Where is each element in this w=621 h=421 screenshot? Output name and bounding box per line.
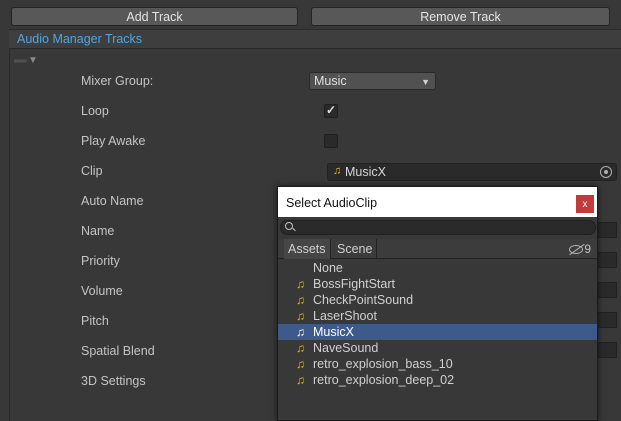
hidden-count: 9 <box>584 242 591 256</box>
name-label: Name <box>81 224 115 238</box>
music-note-icon: ♫ <box>296 373 305 387</box>
auto-name-label: Auto Name <box>81 194 144 208</box>
list-item[interactable]: None <box>278 260 597 276</box>
list-item-label: BossFightStart <box>313 277 395 291</box>
search-icon <box>285 222 293 230</box>
popup-title: Select AudioClip <box>286 196 378 210</box>
mixer-group-value: Music <box>314 74 347 88</box>
list-item[interactable]: ♫ CheckPointSound <box>278 292 597 308</box>
section-title: Audio Manager Tracks <box>17 32 143 46</box>
foldout-arrow-icon[interactable]: ▼ <box>28 55 38 66</box>
dropdown-arrow-icon: ▼ <box>421 77 430 87</box>
spatial-blend-field[interactable] <box>596 342 617 358</box>
pitch-field[interactable] <box>596 312 617 328</box>
play-awake-label: Play Awake <box>81 134 146 148</box>
clip-value: MusicX <box>345 165 386 179</box>
mixer-group-label: Mixer Group: <box>81 74 154 88</box>
music-note-icon: ♫ <box>333 165 342 177</box>
popup-title-bar[interactable]: Select AudioClip x <box>278 187 597 217</box>
3d-settings-label[interactable]: 3D Settings <box>81 374 146 388</box>
list-item-selected[interactable]: ♫ MusicX <box>278 324 597 340</box>
tab-scene[interactable]: Scene <box>333 239 378 259</box>
music-note-icon: ♫ <box>296 357 305 371</box>
name-field[interactable] <box>596 222 617 238</box>
list-item-label: LaserShoot <box>313 309 377 323</box>
priority-label: Priority <box>81 254 120 268</box>
list-item[interactable]: ♫ LaserShoot <box>278 308 597 324</box>
volume-field[interactable] <box>596 282 617 298</box>
list-item-label: MusicX <box>313 325 354 339</box>
music-note-icon: ♫ <box>296 325 305 339</box>
list-item[interactable]: ♫ retro_explosion_deep_02 <box>278 372 597 388</box>
close-icon[interactable]: x <box>576 195 594 213</box>
music-note-icon: ♫ <box>296 341 305 355</box>
list-item-label: retro_explosion_deep_02 <box>313 373 455 387</box>
priority-field[interactable] <box>596 252 617 268</box>
eye-slash-icon <box>569 244 584 254</box>
music-note-icon: ♫ <box>296 293 305 307</box>
popup-tabbar: Assets Scene 9 <box>278 239 597 259</box>
volume-label: Volume <box>81 284 123 298</box>
add-track-button[interactable]: Add Track <box>11 7 298 26</box>
music-note-icon: ♫ <box>296 309 305 323</box>
list-item[interactable]: ♫ NaveSound <box>278 340 597 356</box>
list-item-label: None <box>313 261 343 275</box>
asset-list: None ♫ BossFightStart ♫ CheckPointSound ♫ L… <box>278 260 597 388</box>
search-input[interactable] <box>280 220 596 235</box>
clip-field[interactable]: ♫ MusicX <box>327 163 617 181</box>
tab-assets[interactable]: Assets <box>284 239 331 259</box>
spatial-blend-label: Spatial Blend <box>81 344 155 358</box>
list-item[interactable]: ♫ retro_explosion_bass_10 <box>278 356 597 372</box>
list-item-label: CheckPointSound <box>313 293 414 307</box>
pitch-label: Pitch <box>81 314 109 328</box>
mixer-group-dropdown[interactable]: Music ▼ <box>309 72 436 90</box>
list-item-label: retro_explosion_bass_10 <box>313 357 453 371</box>
object-picker-icon[interactable] <box>600 166 612 178</box>
hidden-objects-toggle[interactable]: 9 <box>569 242 591 256</box>
remove-track-button[interactable]: Remove Track <box>311 7 610 26</box>
clip-label: Clip <box>81 164 103 178</box>
music-note-icon: ♫ <box>296 277 305 291</box>
drag-handle-icon[interactable]: ══ <box>14 56 27 67</box>
list-item[interactable]: ♫ BossFightStart <box>278 276 597 292</box>
section-header[interactable]: Audio Manager Tracks <box>9 29 621 49</box>
select-audioclip-popup: Select AudioClip x Assets Scene 9 None ♫… <box>277 186 598 421</box>
list-item-label: NaveSound <box>313 341 379 355</box>
loop-label: Loop <box>81 104 109 118</box>
play-awake-checkbox[interactable] <box>324 134 338 148</box>
loop-checkbox[interactable] <box>324 103 338 118</box>
